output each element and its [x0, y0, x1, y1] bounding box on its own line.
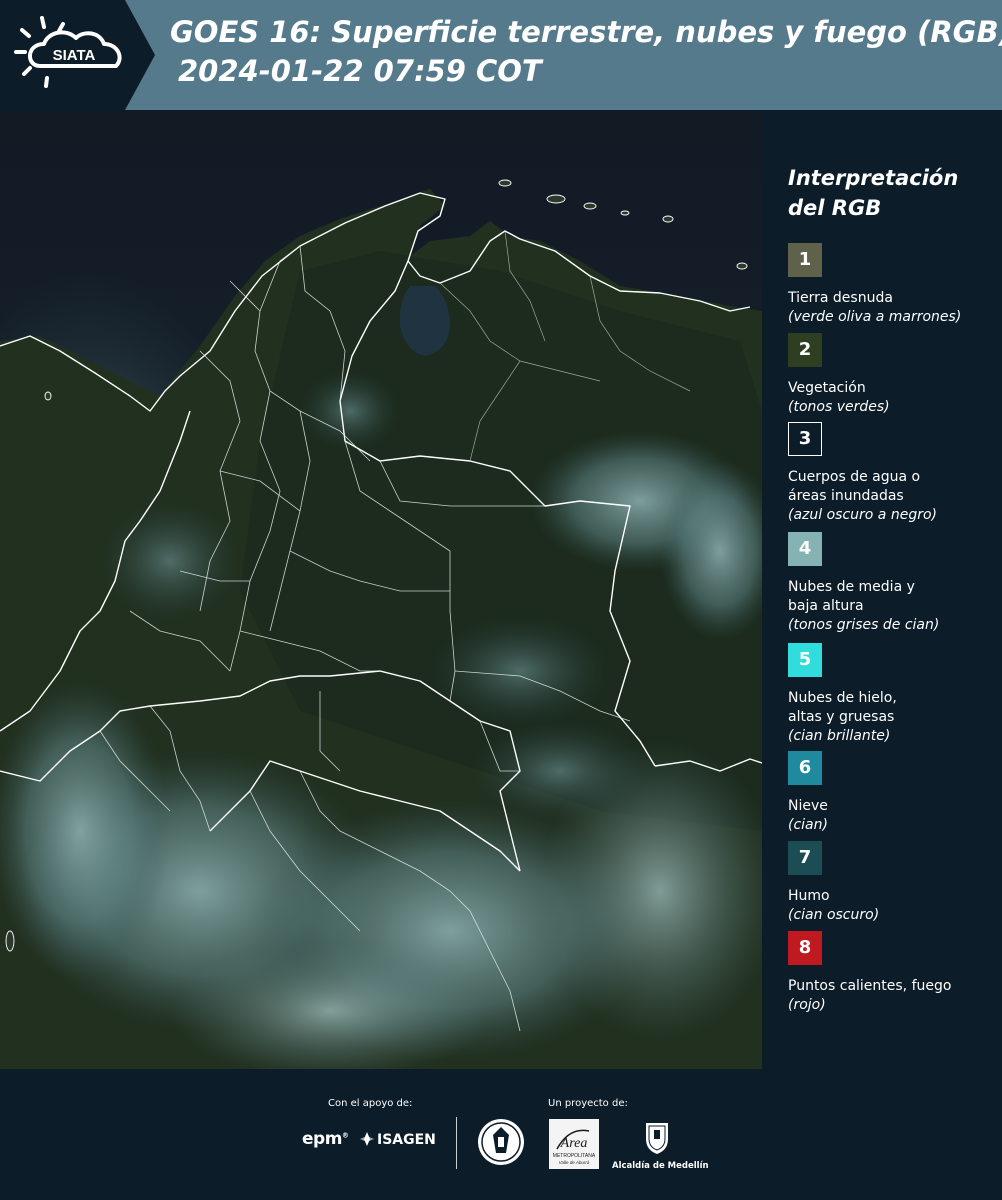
isagen-logo: ISAGEN [359, 1131, 436, 1148]
legend-title-line2: del RGB [788, 196, 882, 220]
legend-swatch-1: 1 [788, 243, 822, 277]
legend-swatch-3: 3 [788, 422, 822, 456]
universidad-seal-icon [478, 1119, 524, 1165]
legend-note: (tonos grises de cian) [788, 617, 940, 633]
rgb-legend: Interpretación del RGB 1 Tierra desnuda … [762, 111, 1002, 1069]
legend-swatch-8: 8 [788, 931, 822, 965]
legend-item-tierra-desnuda: 1 Tierra desnuda (verde oliva a marrones… [788, 243, 998, 327]
epm-logo: epm® [302, 1129, 349, 1149]
legend-label: Vegetación [788, 380, 866, 396]
legend-swatch-5: 5 [788, 643, 822, 677]
legend-note: (rojo) [788, 997, 826, 1013]
legend-label: áreas inundadas [788, 488, 904, 504]
support-label: Con el apoyo de: [328, 1098, 413, 1109]
legend-swatch-4: 4 [788, 532, 822, 566]
area-metropolitana-logo: Área METROPOLITANA Valle de Aburrá [549, 1119, 599, 1169]
legend-item-nubes-media-baja: 4 Nubes de media y baja altura (tonos gr… [788, 532, 998, 635]
legend-label: Nieve [788, 798, 828, 814]
legend-label: Puntos calientes, fuego [788, 978, 952, 994]
project-label: Un proyecto de: [548, 1098, 628, 1109]
siata-logo: SIATA [0, 0, 155, 110]
legend-swatch-7: 7 [788, 841, 822, 875]
legend-item-nieve: 6 Nieve (cian) [788, 751, 998, 835]
legend-item-humo: 7 Humo (cian oscuro) [788, 841, 998, 925]
legend-note: (cian) [788, 817, 828, 833]
footer: Con el apoyo de: Un proyecto de: epm® IS… [0, 1069, 1002, 1200]
isagen-logo-text: ISAGEN [377, 1132, 436, 1148]
legend-swatch-2: 2 [788, 333, 822, 367]
epm-logo-text: epm [302, 1129, 342, 1149]
footer-divider [456, 1117, 457, 1169]
isagen-mark-icon [360, 1132, 374, 1146]
legend-note: (tonos verdes) [788, 399, 890, 415]
legend-note: (azul oscuro a negro) [788, 507, 937, 523]
legend-note: (cian oscuro) [788, 907, 880, 923]
alcaldia-name: Alcaldía de Medellín [612, 1161, 709, 1171]
legend-item-nubes-hielo: 5 Nubes de hielo, altas y gruesas (cian … [788, 643, 998, 746]
legend-note: (cian brillante) [788, 728, 891, 744]
page-title: GOES 16: Superficie terrestre, nubes y f… [170, 15, 1002, 49]
legend-item-vegetacion: 2 Vegetación (tonos verdes) [788, 333, 998, 417]
legend-label: Nubes de hielo, [788, 690, 897, 706]
medellin-coat-of-arms-icon [646, 1123, 668, 1154]
legend-item-cuerpos-de-agua: 3 Cuerpos de agua o áreas inundadas (azu… [788, 422, 998, 525]
legend-label: Humo [788, 888, 830, 904]
legend-title-line1: Interpretación [788, 166, 959, 190]
legend-item-puntos-calientes: 8 Puntos calientes, fuego (rojo) [788, 931, 998, 1015]
legend-label: Tierra desnuda [788, 290, 893, 306]
alcaldia-logo: Alcaldía de Medellín [612, 1119, 709, 1171]
legend-label: Nubes de media y [788, 579, 915, 595]
metro-logo-line3: Valle de Aburrá [559, 1160, 590, 1165]
metro-logo-line1: Área [560, 1134, 588, 1151]
legend-note: (verde oliva a marrones) [788, 309, 962, 325]
legend-title: Interpretación del RGB [788, 163, 988, 223]
siata-logo-text: SIATA [53, 47, 96, 64]
metro-logo-line2: METROPOLITANA [553, 1153, 596, 1159]
legend-label: Cuerpos de agua o [788, 469, 921, 485]
satellite-map [0, 111, 762, 1069]
legend-label: altas y gruesas [788, 709, 895, 725]
header: SIATA GOES 16: Superficie terrestre, nub… [0, 0, 1002, 110]
satellite-image [0, 111, 762, 1069]
timestamp: 2024-01-22 07:59 COT [178, 54, 542, 88]
siata-logo-panel: SIATA [0, 0, 155, 110]
legend-label: baja altura [788, 598, 864, 614]
legend-swatch-6: 6 [788, 751, 822, 785]
